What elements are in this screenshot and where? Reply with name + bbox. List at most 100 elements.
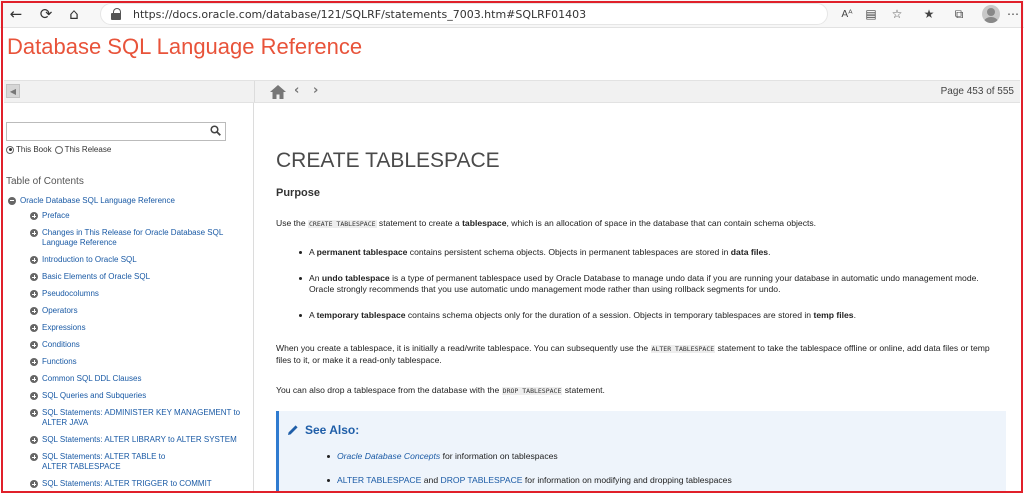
bold-term: permanent tablespace [316, 247, 408, 257]
toc-item-label[interactable]: Common SQL DDL Clauses [42, 374, 141, 383]
toc-item[interactable]: SQL Statements: ALTER TABLE to ALTER TAB… [30, 452, 185, 472]
inline-code: DROP TABLESPACE [501, 387, 563, 395]
toc-item[interactable]: Changes in This Release for Oracle Datab… [30, 228, 230, 248]
toc-item-label[interactable]: SQL Statements: ALTER TABLE to ALTER TAB… [42, 452, 165, 471]
toc-list: Preface Changes in This Release for Orac… [30, 211, 252, 492]
tablespace-types-list: A permanent tablespace contains persiste… [299, 247, 999, 321]
toc-item[interactable]: Pseudocolumns [30, 289, 252, 299]
toolbar-divider [254, 81, 255, 102]
inline-code: CREATE TABLESPACE [308, 220, 377, 228]
expand-plus-icon[interactable] [30, 436, 38, 444]
toc-item-label[interactable]: Operators [42, 306, 78, 315]
toc-item[interactable]: SQL Queries and Subqueries [30, 391, 252, 401]
back-arrow-icon[interactable]: ← [6, 4, 26, 24]
url-text[interactable]: https://docs.oracle.com/database/121/SQL… [133, 8, 586, 21]
drop-paragraph: You can also drop a tablespace from the … [276, 385, 1006, 397]
expand-plus-icon[interactable] [30, 307, 38, 315]
expand-plus-icon[interactable] [30, 375, 38, 383]
expand-plus-icon[interactable] [30, 324, 38, 332]
add-favorite-icon[interactable]: ☆ [888, 5, 906, 23]
expand-plus-icon[interactable] [30, 409, 38, 417]
intro-paragraph: Use the CREATE TABLESPACE statement to c… [276, 218, 1006, 230]
text: contains persistent schema objects. Obje… [407, 247, 731, 257]
search-icon[interactable] [210, 125, 221, 136]
home-icon[interactable]: ⌂ [64, 4, 84, 24]
toc-heading: Table of Contents [6, 176, 84, 187]
inline-code: ALTER TABLESPACE [650, 345, 716, 353]
toc-item-label[interactable]: Conditions [42, 340, 80, 349]
site-title[interactable]: Database SQL Language Reference [7, 34, 362, 60]
toc-item[interactable]: Conditions [30, 340, 252, 350]
expand-plus-icon[interactable] [30, 212, 38, 220]
expand-plus-icon[interactable] [30, 256, 38, 264]
text: You can also drop a tablespace from the … [276, 385, 502, 395]
expand-plus-icon[interactable] [30, 480, 38, 488]
favorites-icon[interactable]: ★ [920, 5, 938, 23]
expand-plus-icon[interactable] [30, 453, 38, 461]
bold-term: temp files [813, 310, 854, 320]
search-input[interactable] [6, 122, 226, 141]
this-release-radio[interactable] [54, 145, 63, 154]
collapse-sidebar-button[interactable]: ◀ [6, 84, 20, 98]
toc-root[interactable]: Oracle Database SQL Language Reference [8, 196, 175, 205]
toc-item-label[interactable]: Basic Elements of Oracle SQL [42, 272, 150, 281]
collections-icon[interactable]: ⧉ [950, 5, 968, 23]
text: When you create a tablespace, it is init… [276, 343, 651, 353]
text: . [853, 310, 856, 320]
alter-tablespace-link[interactable]: ALTER TABLESPACE [337, 475, 421, 485]
expand-plus-icon[interactable] [30, 290, 38, 298]
toc-item[interactable]: Preface [30, 211, 252, 221]
toc-item-label[interactable]: Expressions [42, 323, 86, 332]
refresh-icon[interactable]: ⟳ [36, 4, 56, 24]
read-aloud-icon[interactable]: Aᴬ [838, 5, 856, 23]
toc-item[interactable]: Operators [30, 306, 252, 316]
previous-page-icon[interactable]: ‹ [294, 83, 299, 98]
toc-item[interactable]: SQL Statements: ADMINISTER KEY MANAGEMEN… [30, 408, 248, 428]
text: for information on tablespaces [440, 451, 558, 461]
toc-item-label[interactable]: SQL Statements: ALTER TRIGGER to COMMIT [42, 479, 212, 488]
lock-icon[interactable] [111, 8, 123, 20]
page-indicator: Page 453 of 555 [940, 86, 1014, 97]
expand-plus-icon[interactable] [30, 358, 38, 366]
toc-item[interactable]: Functions [30, 357, 252, 367]
toc-item[interactable]: Common SQL DDL Clauses [30, 374, 252, 384]
toc-item[interactable]: SQL Statements: ALTER TRIGGER to COMMIT [30, 479, 252, 489]
expand-plus-icon[interactable] [30, 392, 38, 400]
address-bar[interactable]: https://docs.oracle.com/database/121/SQL… [100, 3, 828, 25]
expand-plus-icon[interactable] [30, 229, 38, 237]
toc-item-label[interactable]: Pseudocolumns [42, 289, 99, 298]
toc-item[interactable]: Basic Elements of Oracle SQL [30, 272, 252, 282]
collapse-minus-icon[interactable] [8, 196, 16, 205]
more-menu-icon[interactable]: ⋯ [1004, 5, 1022, 23]
toc-item-label[interactable]: SQL Queries and Subqueries [42, 391, 146, 400]
expand-plus-icon[interactable] [30, 273, 38, 281]
toc-item-label[interactable]: Preface [42, 211, 70, 220]
this-book-radio[interactable] [6, 145, 14, 154]
toc-item[interactable]: SQL Statements: ALTER LIBRARY to ALTER S… [30, 435, 252, 445]
concepts-link[interactable]: Oracle Database Concepts [337, 451, 440, 461]
toc-item[interactable]: Expressions [30, 323, 252, 333]
toc-item[interactable]: Introduction to Oracle SQL [30, 255, 252, 265]
text: Use the [276, 218, 309, 228]
doc-toolbar: ◀ ‹ › Page 453 of 555 [4, 80, 1020, 103]
list-item: A permanent tablespace contains persiste… [299, 247, 999, 258]
toc-item-label[interactable]: Changes in This Release for Oracle Datab… [42, 228, 223, 247]
toc-item-label[interactable]: SQL Statements: ALTER LIBRARY to ALTER S… [42, 435, 237, 444]
this-release-label[interactable]: This Release [65, 145, 112, 154]
list-item: A temporary tablespace contains schema o… [299, 310, 999, 321]
expand-plus-icon[interactable] [30, 341, 38, 349]
next-page-icon[interactable]: › [313, 83, 318, 98]
immersive-reader-icon[interactable]: ▤ [862, 5, 880, 23]
text: statement. [562, 385, 605, 395]
toc-sidebar: This Book This Release Table of Contents… [4, 103, 254, 492]
home-icon[interactable] [269, 84, 287, 100]
toc-item-label[interactable]: Introduction to Oracle SQL [42, 255, 137, 264]
this-book-label[interactable]: This Book [16, 145, 52, 154]
toc-item-label[interactable]: Functions [42, 357, 77, 366]
pencil-icon [288, 425, 298, 435]
toc-root-label[interactable]: Oracle Database SQL Language Reference [20, 196, 175, 205]
see-also-title: See Also: [287, 423, 359, 437]
drop-tablespace-link[interactable]: DROP TABLESPACE [441, 475, 523, 485]
toc-item-label[interactable]: SQL Statements: ADMINISTER KEY MANAGEMEN… [42, 408, 240, 427]
profile-avatar[interactable] [982, 5, 1000, 23]
